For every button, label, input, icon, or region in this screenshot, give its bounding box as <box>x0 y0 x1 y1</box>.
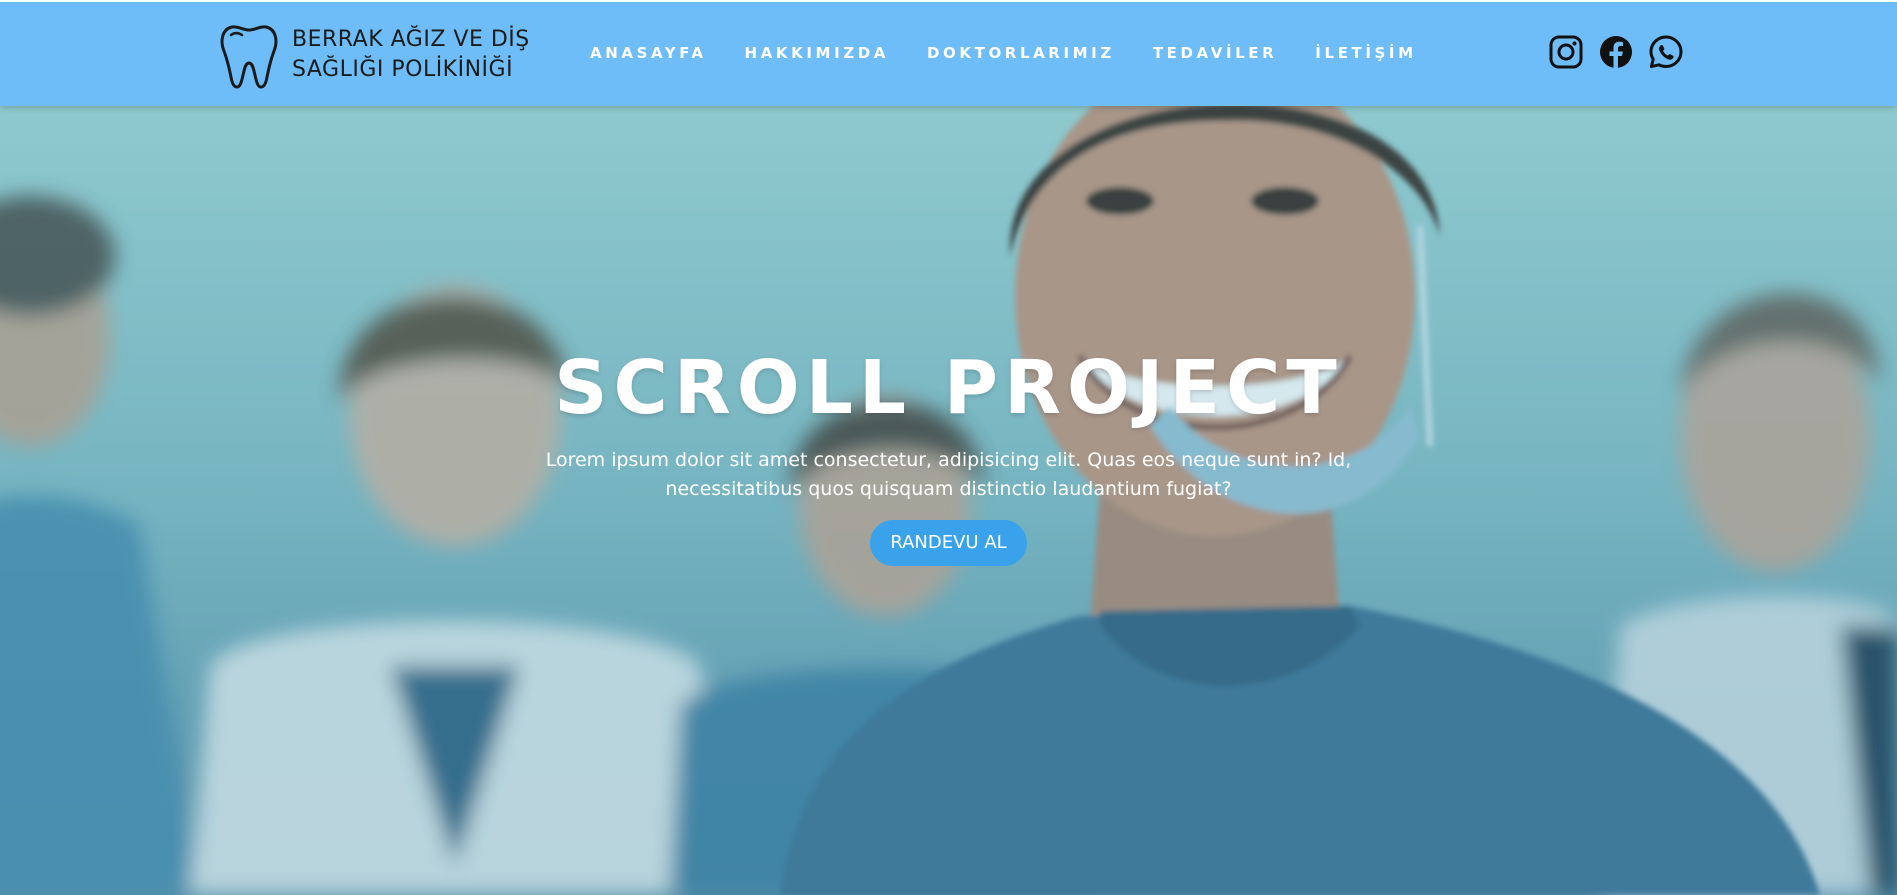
brand-line-1: BERRAK AĞIZ VE DİŞ <box>292 27 530 52</box>
facebook-icon[interactable] <box>1598 34 1634 70</box>
brand[interactable]: BERRAK AĞIZ VE DİŞ SAĞLIĞI POLİKİNİĞİ <box>218 20 552 90</box>
hero-title: SCROLL PROJECT <box>554 345 1343 431</box>
nav-link-tedaviler[interactable]: TEDAVİLER <box>1153 44 1277 62</box>
whatsapp-icon[interactable] <box>1648 34 1684 70</box>
hero-section: SCROLL PROJECT Lorem ipsum dolor sit ame… <box>0 106 1897 895</box>
nav-link-hakkimizda[interactable]: HAKKIMIZDA <box>745 44 889 62</box>
nav-link-anasayfa[interactable]: ANASAYFA <box>590 44 707 62</box>
brand-name: BERRAK AĞIZ VE DİŞ SAĞLIĞI POLİKİNİĞİ <box>292 25 552 85</box>
page: BERRAK AĞIZ VE DİŞ SAĞLIĞI POLİKİNİĞİ AN… <box>0 0 1897 895</box>
nav-link-iletisim[interactable]: İLETİŞİM <box>1315 44 1416 62</box>
nav-link-doktorlarimiz[interactable]: DOKTORLARIMIZ <box>927 44 1115 62</box>
navbar: BERRAK AĞIZ VE DİŞ SAĞLIĞI POLİKİNİĞİ AN… <box>0 0 1897 106</box>
brand-line-2: SAĞLIĞI POLİKİNİĞİ <box>292 57 514 82</box>
nav-menu: ANASAYFA HAKKIMIZDA DOKTORLARIMIZ TEDAVİ… <box>590 44 1455 62</box>
instagram-icon[interactable] <box>1548 34 1584 70</box>
hero-content: SCROLL PROJECT Lorem ipsum dolor sit ame… <box>0 340 1897 566</box>
hero-description: Lorem ipsum dolor sit amet consectetur, … <box>545 449 1352 500</box>
social-links <box>1548 34 1684 70</box>
tooth-icon <box>220 25 278 89</box>
appointment-button[interactable]: RANDEVU AL <box>870 520 1027 566</box>
